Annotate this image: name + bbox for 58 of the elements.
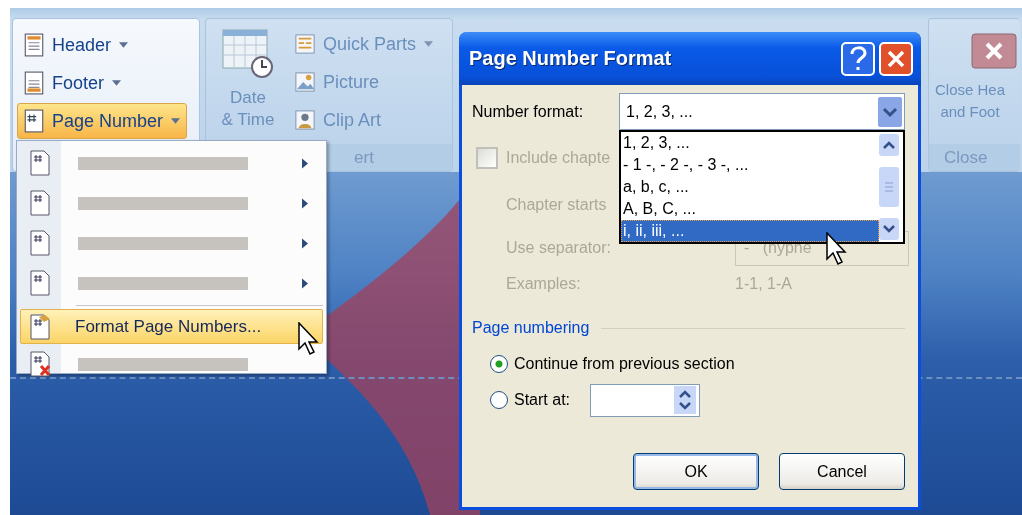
list-option[interactable]: 1, 2, 3, ... [621, 132, 879, 154]
close-icon[interactable] [879, 41, 913, 76]
field-label: Number format: [472, 102, 585, 121]
spinner-icon[interactable] [674, 386, 697, 414]
format-page-icon [29, 313, 51, 340]
field-label: Use separator: [506, 239, 611, 257]
list-option[interactable]: i, ii, iii, ... [621, 220, 879, 242]
scroll-down-icon[interactable] [879, 218, 899, 240]
close-icon [971, 33, 1017, 69]
help-icon[interactable] [841, 41, 875, 76]
footer-icon [24, 71, 44, 95]
start-at-field[interactable] [590, 383, 701, 417]
radio-label: Continue from previous section [514, 355, 735, 373]
radio-button[interactable] [490, 355, 508, 373]
submenu-arrow-icon [302, 277, 308, 289]
radio-label: Start at: [514, 391, 571, 409]
checkbox-label: Include chapte [506, 149, 611, 167]
list-option[interactable]: - 1 -, - 2 -, - 3 -, ... [621, 154, 879, 176]
caret-icon [171, 118, 181, 124]
scroll-thumb-icon[interactable] [879, 167, 899, 207]
quick-parts-icon [295, 32, 315, 56]
chevron-down-icon [878, 96, 902, 127]
number-format-dropdown[interactable]: 1, 2, 3, ... [619, 93, 905, 130]
submenu-arrow-icon [302, 157, 308, 169]
caret-icon [112, 80, 122, 86]
example-text: 1-1, 1-A [735, 275, 793, 293]
page-number-icon [24, 109, 44, 133]
field-label: Chapter starts [506, 196, 607, 214]
ribbon-button[interactable]: Header [17, 27, 136, 63]
submenu-arrow-icon [302, 237, 308, 249]
field-label: Examples: [506, 275, 581, 293]
group-label: ert [354, 147, 374, 168]
submenu-arrow-icon [302, 197, 308, 209]
ribbon-button[interactable]: Page Number [17, 103, 188, 139]
page-margin-icon [29, 230, 51, 256]
remove-page-number-icon [29, 351, 51, 377]
menu-label: Format Page Numbers... [75, 316, 262, 337]
group-title: Page numbering [472, 319, 590, 337]
picture-icon [295, 70, 315, 94]
menu-item[interactable]: Format Page Numbers... [20, 309, 323, 344]
group-label: Close [944, 147, 988, 168]
caret-icon [119, 42, 129, 48]
dialog-button[interactable]: Cancel [779, 453, 905, 490]
page-bottom-icon [29, 190, 51, 216]
window-title: Page Number Format [469, 47, 672, 70]
radio-button[interactable] [490, 391, 508, 409]
header-icon [24, 33, 44, 57]
ribbon-button[interactable]: Footer [17, 65, 129, 101]
list-option[interactable]: A, B, C, ... [621, 198, 879, 220]
caret-icon [424, 41, 434, 47]
page-position-icon [29, 270, 51, 296]
dialog-button[interactable]: OK [633, 453, 759, 490]
cursor-icon [298, 322, 320, 356]
calendar-clock-icon [222, 27, 274, 79]
scroll-up-icon[interactable] [879, 134, 899, 156]
clip-art-icon [295, 108, 315, 132]
list-option[interactable]: a, b, c, ... [621, 176, 879, 198]
page-top-icon [29, 150, 51, 176]
